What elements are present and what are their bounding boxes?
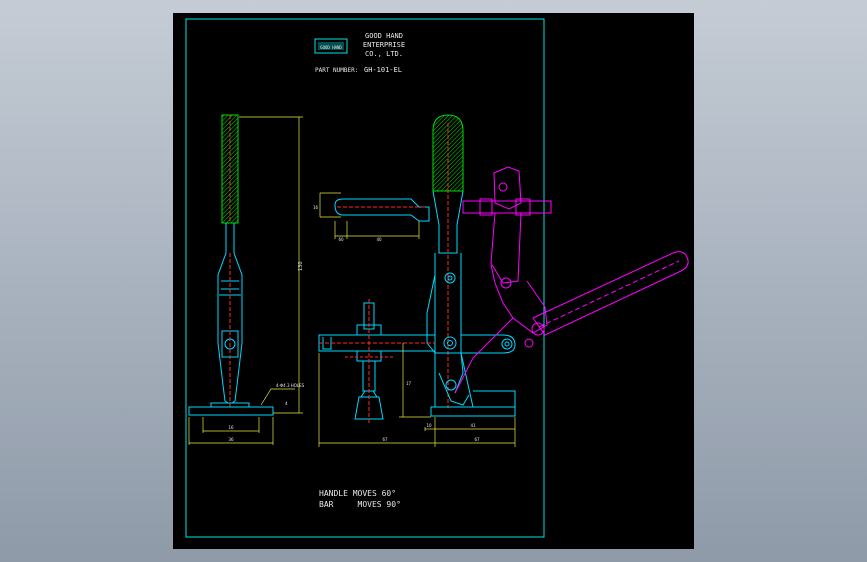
- spindle-assembly: [345, 299, 393, 423]
- note-handle-moves: HANDLE MOVES 60°: [319, 489, 396, 498]
- company-name-line2: ENTERPRISE: [363, 41, 405, 49]
- dim-base-inner: 16: [228, 425, 234, 430]
- front-dimensions: [188, 116, 303, 445]
- company-name-line1: GOOD HAND: [365, 32, 403, 40]
- dim-right-b: 41: [470, 423, 476, 428]
- sheet-frame: [185, 18, 545, 538]
- dim-bolt-width: 16: [313, 205, 319, 210]
- side-dimensions: [318, 343, 516, 447]
- dim-thickness: 4: [285, 401, 288, 406]
- handle-top-outline: [334, 198, 430, 222]
- handle-top-view: [334, 198, 430, 222]
- open-position-phantom: [454, 166, 689, 394]
- dim-overall-height: 130: [298, 261, 304, 271]
- title-block: GOOD HAND GOOD HAND ENTERPRISE CO., LTD.…: [314, 32, 405, 74]
- dim-right-c: 67: [474, 437, 480, 442]
- clamp-drawing: GOOD HAND GOOD HAND ENTERPRISE CO., LTD.…: [185, 18, 689, 538]
- logo-text: GOOD HAND: [320, 45, 342, 50]
- dim-base-outer: 36: [228, 437, 234, 442]
- cad-viewport[interactable]: GOOD HAND GOOD HAND ENTERPRISE CO., LTD.…: [173, 13, 694, 549]
- note-bar-moves: BAR MOVES 90°: [319, 500, 401, 509]
- phantom-handle: [532, 251, 689, 336]
- front-view: [188, 114, 274, 416]
- company-name-line3: CO., LTD.: [365, 50, 403, 58]
- side-view: [318, 114, 516, 417]
- dim-right-a: 10: [426, 423, 432, 428]
- dim-base-holes: 4-Φ4.3 HOLES: [276, 383, 305, 388]
- side-base-plate: [430, 406, 516, 417]
- dim-spindle-height: 17: [406, 381, 412, 386]
- dim-handle-length: 60: [338, 237, 344, 242]
- dim-left-width: 67: [382, 437, 388, 442]
- handle-top-dimensions: [319, 192, 420, 239]
- part-number-value: GH-101-EL: [364, 66, 402, 74]
- front-base-plate: [188, 406, 274, 416]
- dim-bar-length: 40: [376, 237, 382, 242]
- part-number-label: PART NUMBER:: [315, 67, 358, 74]
